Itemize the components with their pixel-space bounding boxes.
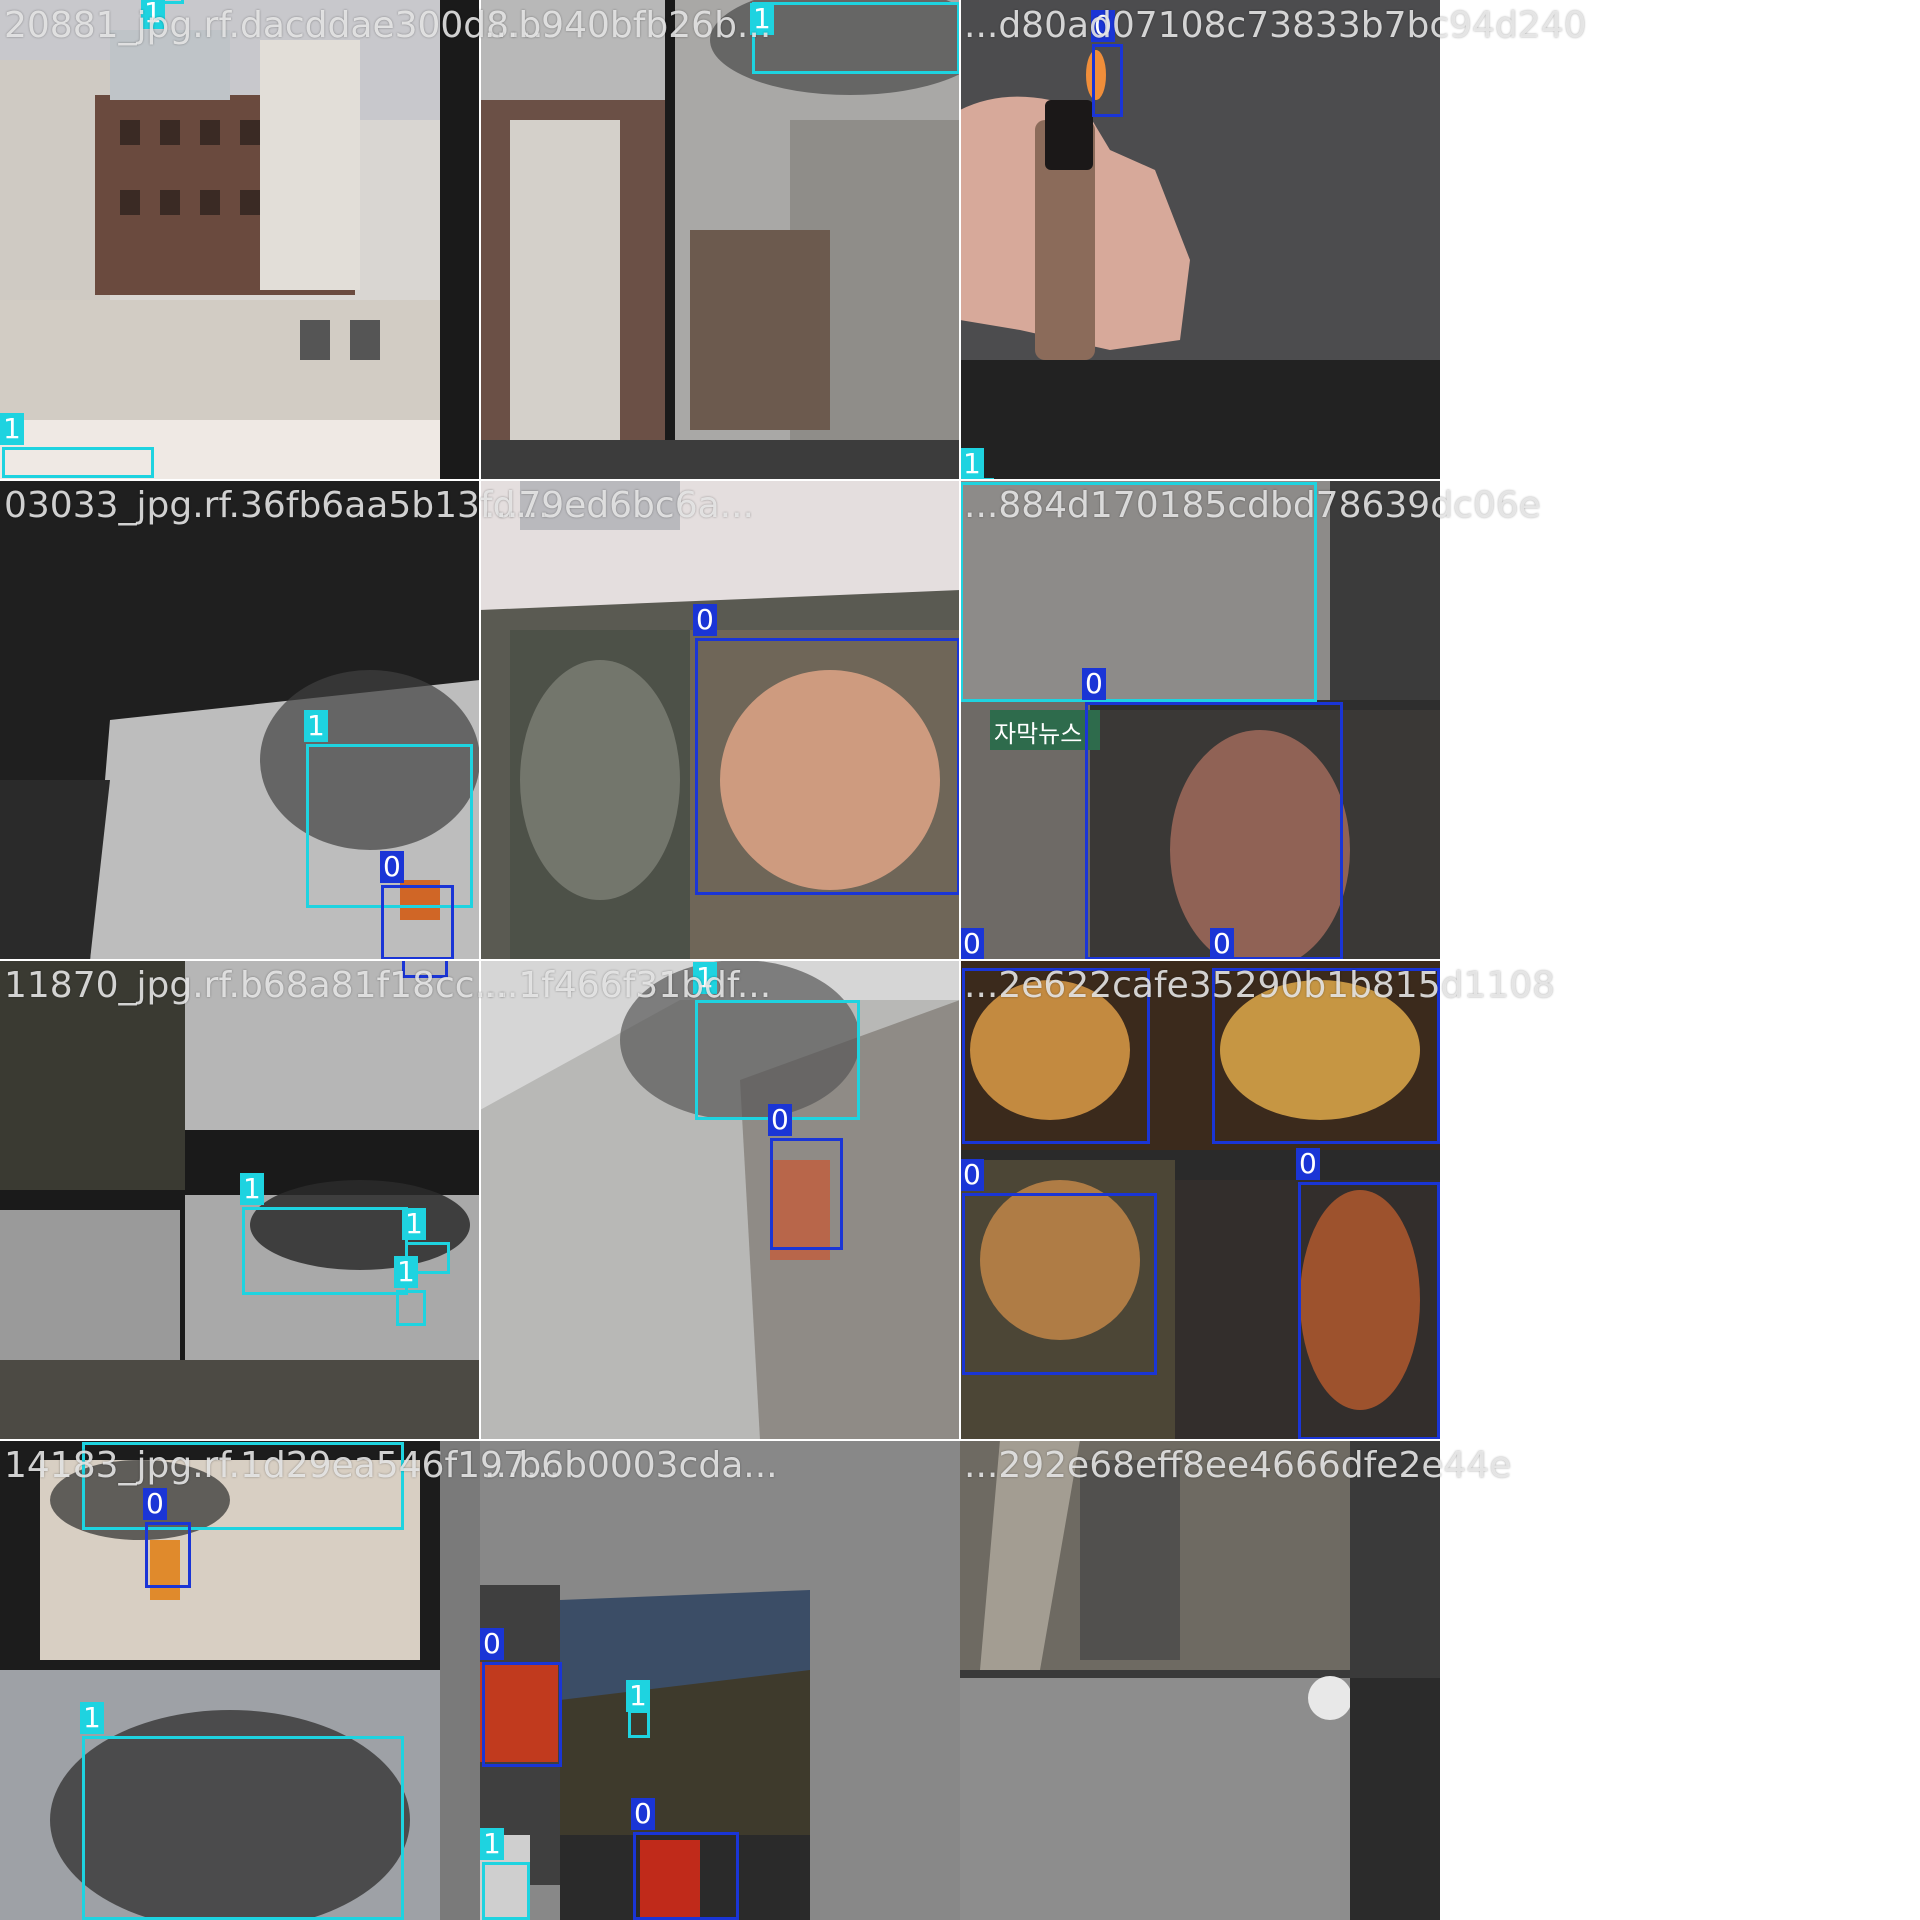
detection-label: 1 (960, 448, 984, 480)
grid-divider (959, 0, 961, 1440)
tile-filename: ...79ed6bc6a... (484, 485, 754, 526)
detection-label: 0 (143, 1488, 167, 1520)
detection-label: 0 (693, 604, 717, 636)
detection-label: 0 (480, 1628, 504, 1660)
mosaic-grid: 1 1 1 0 1 1 0 0 자막뉴스 0 0 0 1 1 1 1 0 0 0… (0, 0, 1587, 1920)
detection-box-class-0 (695, 638, 960, 895)
detection-box-class-1 (82, 1736, 404, 1920)
detection-box-class-0 (1092, 44, 1123, 117)
tile-filename: ...884d170185cdbd78639dc06e (964, 485, 1541, 526)
tile-filename: ...1f466f31bdf... (484, 965, 772, 1006)
detection-label: 1 (0, 413, 24, 445)
korean-banner-text: 자막뉴스 (994, 720, 1082, 748)
detection-label: 1 (480, 1828, 504, 1860)
tile-filename: ...2e622cafe35290b1b815d1108 (964, 965, 1556, 1006)
mosaic-tile-6: 자막뉴스 0 0 0 (960, 480, 1440, 960)
detection-label: 0 (1210, 928, 1234, 960)
detection-label: 1 (240, 1173, 264, 1205)
detection-label: 1 (304, 710, 328, 742)
detection-box-class-0 (770, 1138, 843, 1250)
detection-box-class-1 (482, 1862, 530, 1920)
detection-label: 1 (402, 1208, 426, 1240)
tile-filename: 03033_jpg.rf.36fb6aa5b13fd... (4, 485, 550, 526)
detection-box-class-1 (752, 2, 960, 74)
detection-label: 0 (960, 928, 984, 960)
tile-filename: ...b6b0003cda... (484, 1445, 778, 1486)
detection-label: 0 (380, 851, 404, 883)
detection-label: 0 (631, 1798, 655, 1830)
detection-box-class-0 (381, 885, 454, 960)
mosaic-tile-12 (960, 1440, 1440, 1920)
mosaic-tile-7: 1 1 1 (0, 960, 480, 1440)
detection-box-class-0 (962, 1193, 1157, 1375)
detection-box-class-1 (695, 1000, 860, 1120)
mosaic-tile-2: 1 (480, 0, 960, 480)
detection-box-class-1 (242, 1207, 408, 1295)
mosaic-tile-9: 0 0 (960, 960, 1440, 1440)
mosaic-tile-11: 0 1 0 1 (480, 1440, 960, 1920)
detection-box-class-0 (482, 1662, 562, 1767)
detection-box-class-1 (396, 1290, 426, 1326)
landscape-sky-photo (960, 1440, 1440, 1920)
detection-box-class-0 (145, 1522, 191, 1588)
detection-box-class-0 (633, 1832, 739, 1920)
tile-filename: 20881_jpg.rf.dacddae300d8... (4, 5, 544, 46)
tile-filename: 11870_jpg.rf.b68a81f18cc... (4, 965, 509, 1006)
tile-filename: 14183_jpg.rf.1d29ea546f197... (4, 1445, 561, 1486)
grid-divider (0, 959, 1440, 961)
mosaic-tile-4: 1 0 (0, 480, 480, 960)
grid-divider (0, 479, 1440, 481)
detection-label: 0 (960, 1159, 984, 1191)
mosaic-tile-8: 1 0 (480, 960, 960, 1440)
detection-label: 0 (768, 1104, 792, 1136)
tile-filename: ...292e68eff8ee4666dfe2e44e (964, 1445, 1512, 1486)
detection-box-class-0 (1298, 1182, 1440, 1440)
building-photo (0, 0, 480, 480)
mosaic-tile-10: 1 0 1 (0, 1440, 480, 1920)
detection-label: 1 (80, 1702, 104, 1734)
detection-box-class-0 (1085, 702, 1343, 960)
tile-filename: ...b940bfb26b... (484, 5, 772, 46)
detection-box-class-1 (306, 744, 473, 908)
detection-label: 0 (1296, 1148, 1320, 1180)
mosaic-tile-5: 0 (480, 480, 960, 960)
mosaic-tile-3: 0 1 (960, 0, 1440, 480)
lighter-photo (960, 0, 1440, 480)
mosaic-tile-1: 1 1 (0, 0, 480, 480)
detection-label: 1 (394, 1256, 418, 1288)
grid-divider (0, 1439, 1440, 1441)
grid-divider (479, 0, 481, 1440)
detection-label: 1 (626, 1680, 650, 1712)
tile-filename: ...d80ad07108c73833b7bc94d240 (964, 5, 1587, 46)
detection-box-class-1 (628, 1710, 650, 1738)
detection-box-class-1 (2, 447, 154, 478)
detection-label: 0 (1082, 668, 1106, 700)
